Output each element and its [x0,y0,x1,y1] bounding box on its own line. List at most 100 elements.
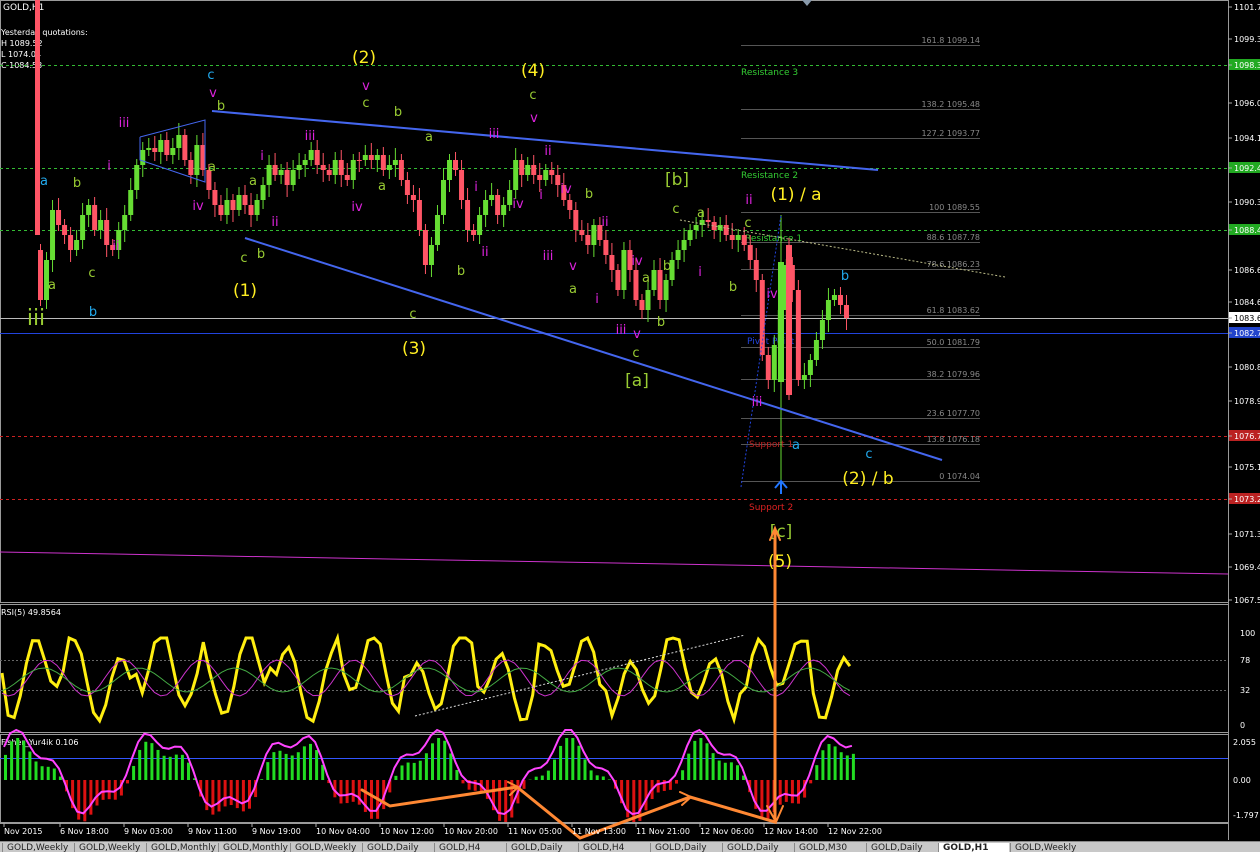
candle-body [688,230,693,240]
rsi-indicator[interactable]: 10078320 [0,629,1255,730]
fib-level-label: 50.0 1081.79 [927,338,980,347]
wave-label: a [425,130,433,145]
wave-label: v [569,259,577,274]
fisher-histogram-bar [102,780,105,800]
fisher-histogram-bar [785,780,788,802]
candle-body [212,190,217,205]
fib-level-label: 23.6 1077.70 [927,409,980,418]
fisher-histogram-bar [602,776,605,780]
wave-label: (1) [233,281,257,301]
candle-body [405,180,410,195]
candle-body [164,140,169,155]
fisher-histogram-bar [675,780,678,784]
wave-label: (1) / a [770,185,821,205]
wave-label: (2) [352,48,376,68]
fisher-histogram-bar [419,761,422,780]
wave-label: i [260,149,264,164]
candle-body [766,355,771,380]
candle-body [465,200,470,230]
price-label: 1076.7 [1234,432,1260,441]
wave-label: iv [560,182,572,197]
fisher-histogram-bar [541,776,544,780]
fisher-histogram-bar [272,752,275,780]
fisher-histogram-bar [834,746,837,780]
wave-label: iii [305,129,316,144]
candle-body [399,160,404,180]
candle-body [345,175,350,180]
price-label: 1083.6 [1234,314,1260,323]
fisher-histogram-bar [712,753,715,780]
fisher-histogram-bar [584,759,587,780]
candle-body [585,235,590,245]
fisher-histogram-bar [608,779,611,780]
fisher-histogram-bar [144,742,147,780]
fisher-histogram-bar [510,780,513,818]
time-label: 9 Nov 11:00 [188,827,237,836]
candle-body [357,160,362,161]
wave-label: a [48,278,56,293]
fisher-histogram-bar [279,751,282,780]
wave-label: [a] [625,371,649,391]
rsi-title: RSI(5) 49.8564 [1,608,61,617]
candle-body [327,170,332,175]
fisher-histogram-bar [47,767,50,780]
fisher-histogram-bar [559,746,562,780]
time-label: 11 Nov 05:00 [508,827,562,836]
price-label: 1067.50 [1234,596,1260,605]
rsi-axis-label: 100 [1240,629,1255,638]
candlestick-series[interactable] [35,0,849,487]
time-label: 10 Nov 20:00 [444,827,498,836]
fisher-histogram-bar [16,738,19,780]
candle-body [754,260,759,280]
fib-level-label: 13.8 1076.18 [927,435,980,444]
wave-label: ii [481,245,488,260]
wave-label: i [107,159,111,174]
fisher-histogram-bar [687,754,690,780]
candle-body [453,160,458,170]
fisher-histogram-bar [138,750,141,780]
price-label: 1075.10 [1234,463,1260,472]
candle-body [188,160,193,175]
fisher-histogram-bar [340,780,343,803]
wave-label: c [744,216,751,231]
resistance2-label: Resistance 2 [741,171,798,181]
fisher-histogram-bar [632,780,635,822]
time-label: 10 Nov 12:00 [380,827,434,836]
fisher-histogram-bar [815,765,818,780]
candle-body [104,220,109,245]
candle-body [796,290,801,380]
resistance3-label: Resistance 3 [741,68,798,78]
candle-body [74,240,79,250]
candle-body [808,360,813,375]
price-label: 1096.00 [1234,99,1260,108]
candle-body [477,215,482,235]
scroll-marker-icon[interactable] [802,0,812,6]
candle-body [261,185,266,200]
candle-body [786,245,792,395]
candle-body [573,210,578,230]
candle-body [243,195,248,205]
candle-body [802,375,807,380]
wave-label: [b] [665,170,689,190]
wave-label: iv [766,287,778,302]
candle-body [501,205,506,215]
time-label: 12 Nov 14:00 [764,827,818,836]
fibonacci-retracement[interactable]: 161.8 1099.14138.2 1095.48127.2 1093.771… [741,36,980,482]
fisher-histogram-bar [846,755,849,780]
fisher-histogram-bar [266,762,269,780]
wave-label: b [657,315,665,330]
rsi-axis-label: 0 [1240,721,1245,730]
fisher-indicator[interactable]: 2.0550.00-1.797 [0,730,1259,822]
rsi-axis-label: 32 [1240,686,1250,695]
fisher-histogram-bar [791,780,794,803]
candle-body [459,170,464,200]
candle-body [315,150,320,165]
fib-level-label: 0 1074.04 [939,472,980,481]
fisher-histogram-bar [821,750,824,780]
fisher-histogram-bar [394,776,397,780]
fisher-histogram-bar [22,741,25,780]
candle-body [621,250,626,290]
gold-h1-chart[interactable]: GOLD,H1 Yesterday quotations: H 1089.52 … [0,0,1260,851]
fib-level-label: 127.2 1093.77 [921,129,980,138]
fisher-histogram-bar [779,780,782,805]
